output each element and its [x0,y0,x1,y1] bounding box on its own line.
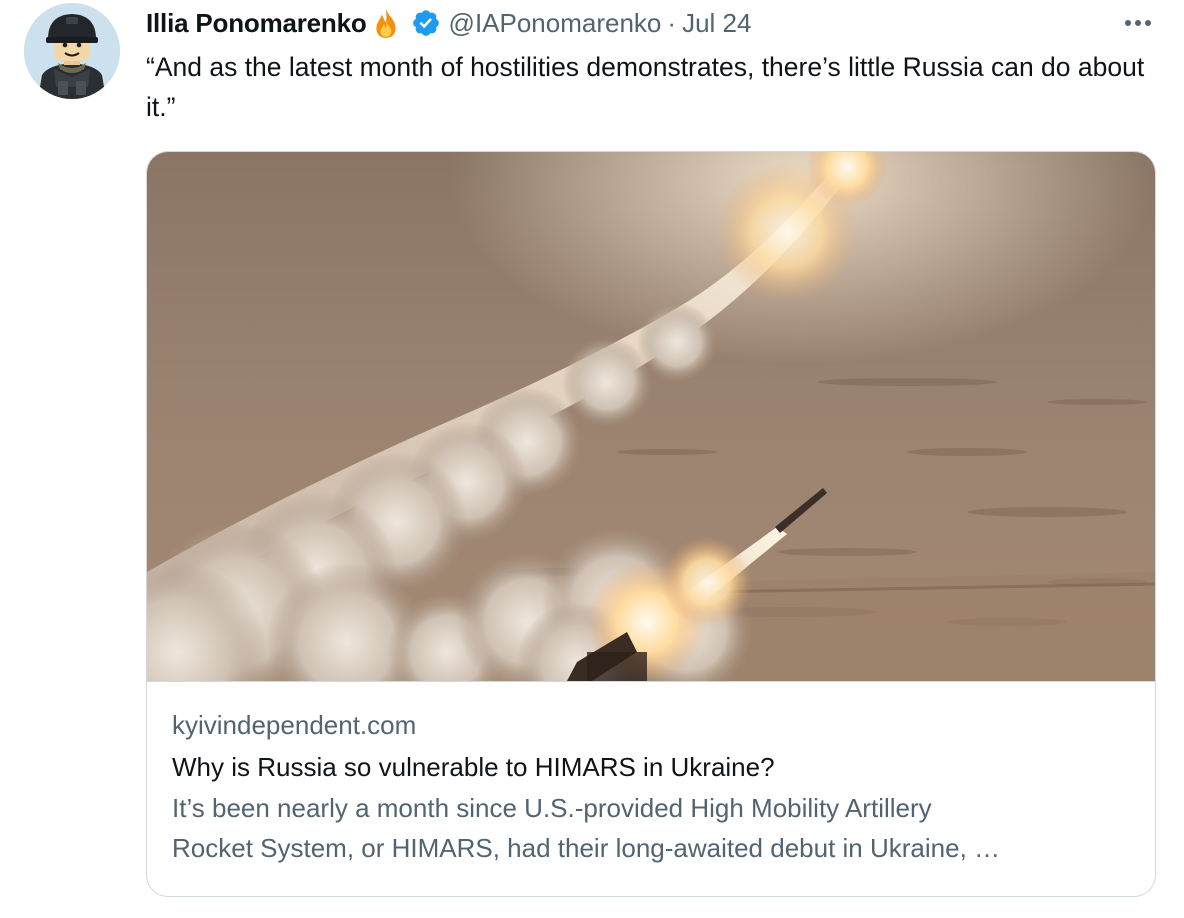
header-separator: · [667,8,677,38]
tweet-text: “And as the latest month of hostilities … [146,52,1145,122]
author-display-name[interactable]: Illia Ponomarenko [146,6,367,40]
rocket-launch-photo [147,152,1155,682]
author-handle[interactable]: @IAPonomarenko [449,6,662,40]
tweet-header: Illia Ponomarenko @IAPonomarenko · Jul 2… [146,6,751,40]
card-description-line: Rocket System, or HIMARS, had their long… [172,833,1001,863]
avatar-figure-image [24,3,120,99]
avatar[interactable] [24,3,120,99]
more-options-button[interactable] [1118,8,1158,38]
more-options-icon [1125,20,1151,26]
tweet-date[interactable]: Jul 24 [682,6,751,40]
card-meta: kyivindependent.com Why is Russia so vul… [172,705,1132,868]
card-description: It’s been nearly a month since U.S.-prov… [172,788,1132,868]
verified-badge-icon [411,8,441,38]
card-title: Why is Russia so vulnerable to HIMARS in… [172,752,775,782]
fire-icon [369,6,403,40]
card-description-line: It’s been nearly a month since U.S.-prov… [172,793,932,823]
link-preview-card[interactable]: kyivindependent.com Why is Russia so vul… [146,151,1156,897]
card-domain: kyivindependent.com [172,710,417,740]
